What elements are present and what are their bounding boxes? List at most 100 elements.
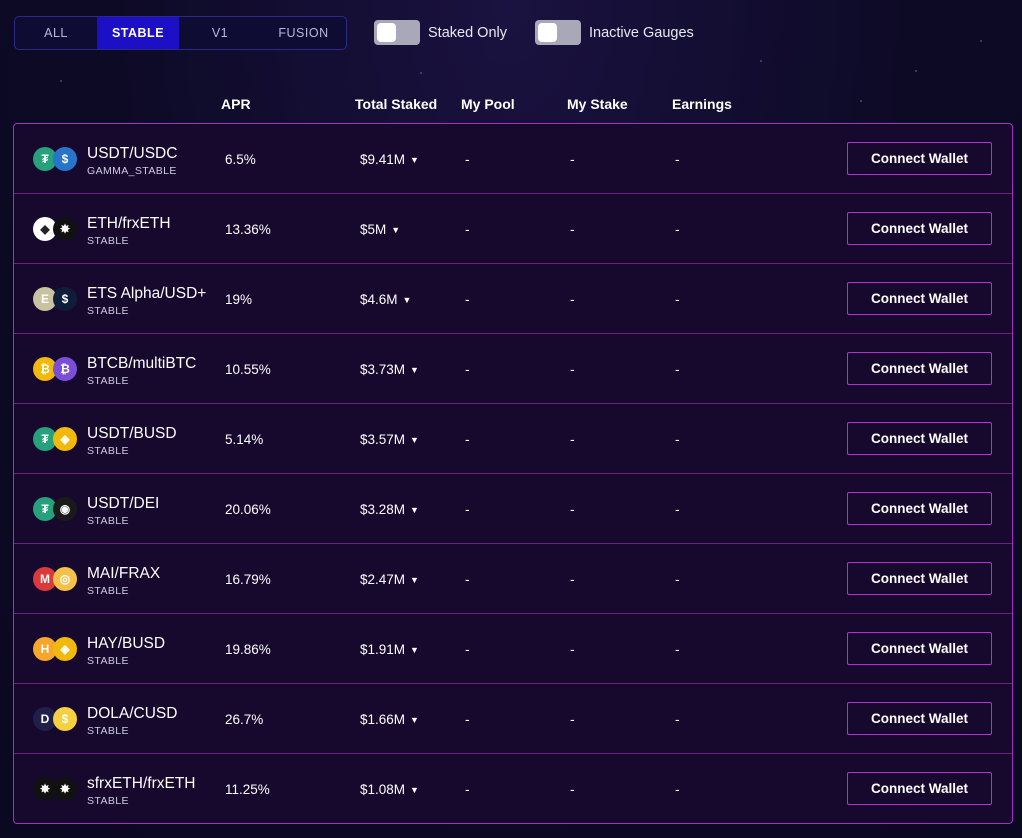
apr-value: 10.55% <box>225 362 271 377</box>
pool-table: ₮ $ USDT/USDC GAMMA_STABLE 6.5% $9.41M ▼ … <box>13 123 1013 824</box>
tab-stable[interactable]: STABLE <box>97 17 179 49</box>
pair-name[interactable]: BTCB/multiBTC <box>87 355 196 373</box>
inactive-gauges-toggle[interactable]: Inactive Gauges <box>535 20 694 45</box>
pair-name[interactable]: USDT/USDC <box>87 145 177 163</box>
caret-down-icon[interactable]: ▼ <box>410 365 419 375</box>
column-header-apr[interactable]: APR <box>221 96 251 112</box>
apr-value: 13.36% <box>225 222 271 237</box>
total-staked-value[interactable]: $4.6M ▼ <box>360 292 411 307</box>
caret-down-icon[interactable]: ▼ <box>410 435 419 445</box>
total-staked-value[interactable]: $1.91M ▼ <box>360 642 419 657</box>
connect-wallet-button[interactable]: Connect Wallet <box>847 142 992 175</box>
pair-type: STABLE <box>87 235 129 247</box>
background-star <box>420 72 422 74</box>
my-pool-value: - <box>465 501 470 517</box>
total-staked-value[interactable]: $5M ▼ <box>360 222 400 237</box>
apr-value: 6.5% <box>225 152 256 167</box>
tab-v1[interactable]: V1 <box>179 17 261 49</box>
column-header-my-pool[interactable]: My Pool <box>461 96 515 112</box>
pair-type: STABLE <box>87 585 129 597</box>
tab-all[interactable]: ALL <box>15 17 97 49</box>
earnings-value: - <box>675 151 680 167</box>
table-row: M ◎ MAI/FRAX STABLE 16.79% $2.47M ▼ - - -… <box>14 544 1012 614</box>
staked-only-label: Staked Only <box>428 24 507 41</box>
apr-value: 19% <box>225 292 253 307</box>
total-staked-value[interactable]: $3.73M ▼ <box>360 362 419 377</box>
cusd-icon: $ <box>53 707 77 731</box>
pair-name[interactable]: ETS Alpha/USD+ <box>87 285 206 303</box>
pair-name[interactable]: HAY/BUSD <box>87 635 165 653</box>
token-pair-icons: H ◈ <box>33 637 79 661</box>
connect-wallet-button[interactable]: Connect Wallet <box>847 632 992 665</box>
my-pool-value: - <box>465 221 470 237</box>
connect-wallet-button[interactable]: Connect Wallet <box>847 562 992 595</box>
pair-name[interactable]: ETH/frxETH <box>87 215 171 233</box>
inactive-gauges-label: Inactive Gauges <box>589 24 694 41</box>
background-star <box>980 40 982 42</box>
frxeth-icon: ✸ <box>53 217 77 241</box>
caret-down-icon[interactable]: ▼ <box>410 645 419 655</box>
connect-wallet-button[interactable]: Connect Wallet <box>847 702 992 735</box>
background-star <box>915 70 917 72</box>
staked-only-switch[interactable] <box>374 20 420 45</box>
pair-name[interactable]: USDT/BUSD <box>87 425 177 443</box>
total-staked-amount: $1.91M <box>360 642 406 657</box>
token-pair-icons: ₿ ₿ <box>33 357 79 381</box>
earnings-value: - <box>675 641 680 657</box>
column-header-total-staked[interactable]: Total Staked <box>355 96 437 112</box>
busd-icon: ◈ <box>53 427 77 451</box>
my-stake-value: - <box>570 641 575 657</box>
earnings-value: - <box>675 291 680 307</box>
pair-type: STABLE <box>87 725 129 737</box>
caret-down-icon[interactable]: ▼ <box>410 715 419 725</box>
connect-wallet-button[interactable]: Connect Wallet <box>847 352 992 385</box>
my-pool-value: - <box>465 361 470 377</box>
connect-wallet-button[interactable]: Connect Wallet <box>847 772 992 805</box>
total-staked-value[interactable]: $9.41M ▼ <box>360 152 419 167</box>
inactive-gauges-switch[interactable] <box>535 20 581 45</box>
earnings-value: - <box>675 711 680 727</box>
total-staked-value[interactable]: $1.66M ▼ <box>360 712 419 727</box>
tab-fusion[interactable]: FUSION <box>261 17 346 49</box>
connect-wallet-button[interactable]: Connect Wallet <box>847 212 992 245</box>
caret-down-icon[interactable]: ▼ <box>410 575 419 585</box>
pair-type: STABLE <box>87 515 129 527</box>
earnings-value: - <box>675 501 680 517</box>
token-pair-icons: ✸ ✸ <box>33 777 79 801</box>
my-stake-value: - <box>570 151 575 167</box>
table-row: ◆ ✸ ETH/frxETH STABLE 13.36% $5M ▼ - - - … <box>14 194 1012 264</box>
pair-name[interactable]: sfrxETH/frxETH <box>87 775 196 793</box>
caret-down-icon[interactable]: ▼ <box>410 785 419 795</box>
usd-plus-icon: $ <box>53 287 77 311</box>
token-pair-icons: ₮ $ <box>33 147 79 171</box>
multibtc-icon: ₿ <box>53 357 77 381</box>
total-staked-value[interactable]: $1.08M ▼ <box>360 782 419 797</box>
total-staked-value[interactable]: $2.47M ▼ <box>360 572 419 587</box>
total-staked-value[interactable]: $3.57M ▼ <box>360 432 419 447</box>
my-stake-value: - <box>570 781 575 797</box>
my-pool-value: - <box>465 431 470 447</box>
earnings-value: - <box>675 361 680 377</box>
caret-down-icon[interactable]: ▼ <box>410 155 419 165</box>
total-staked-value[interactable]: $3.28M ▼ <box>360 502 419 517</box>
column-header-my-stake[interactable]: My Stake <box>567 96 628 112</box>
total-staked-amount: $4.6M <box>360 292 398 307</box>
my-stake-value: - <box>570 431 575 447</box>
apr-value: 19.86% <box>225 642 271 657</box>
staked-only-toggle[interactable]: Staked Only <box>374 20 507 45</box>
switch-knob <box>377 23 396 42</box>
column-header-earnings[interactable]: Earnings <box>672 96 732 112</box>
connect-wallet-button[interactable]: Connect Wallet <box>847 422 992 455</box>
caret-down-icon[interactable]: ▼ <box>403 295 412 305</box>
connect-wallet-button[interactable]: Connect Wallet <box>847 492 992 525</box>
token-pair-icons: ◆ ✸ <box>33 217 79 241</box>
caret-down-icon[interactable]: ▼ <box>391 225 400 235</box>
total-staked-amount: $3.73M <box>360 362 406 377</box>
pair-name[interactable]: DOLA/CUSD <box>87 705 177 723</box>
apr-value: 11.25% <box>225 782 270 797</box>
pair-name[interactable]: MAI/FRAX <box>87 565 160 583</box>
connect-wallet-button[interactable]: Connect Wallet <box>847 282 992 315</box>
total-staked-amount: $2.47M <box>360 572 406 587</box>
pair-name[interactable]: USDT/DEI <box>87 495 159 513</box>
caret-down-icon[interactable]: ▼ <box>410 505 419 515</box>
